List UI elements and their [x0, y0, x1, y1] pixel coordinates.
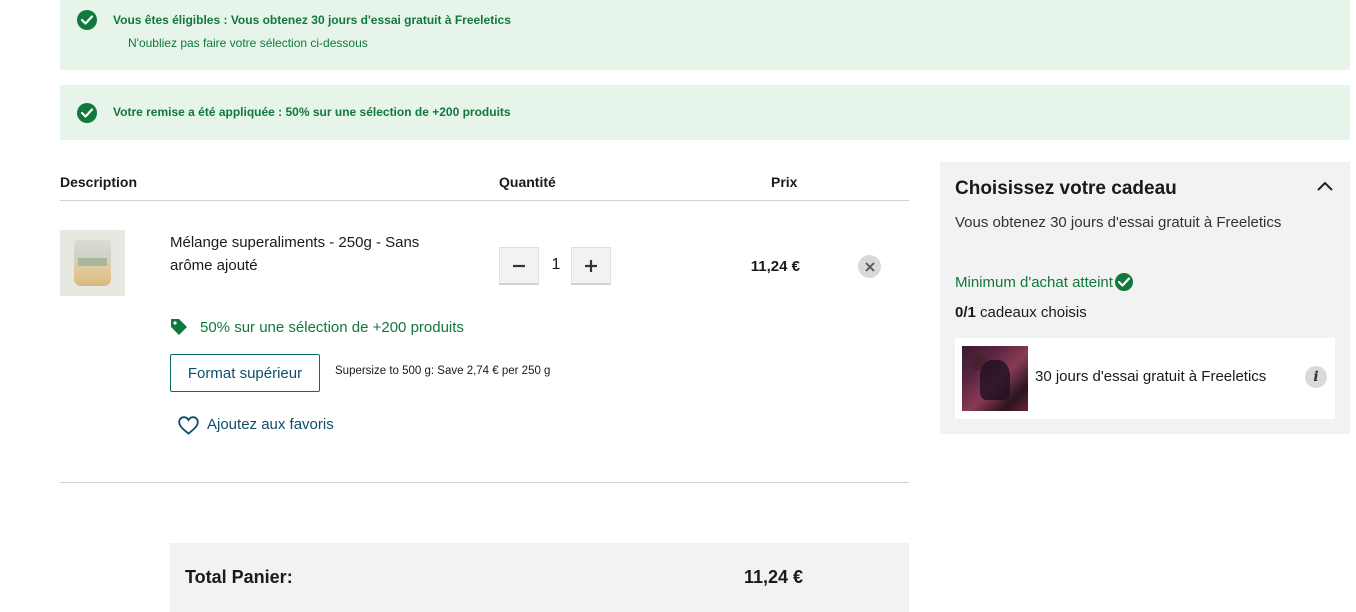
upgrade-note: Supersize to 500 g: Save 2,74 € per 250 …: [335, 365, 551, 377]
minimum-reached: Minimum d'achat atteint: [955, 273, 1133, 291]
heart-icon[interactable]: [178, 416, 199, 435]
gift-count-value: 0/1: [955, 304, 976, 321]
total-label: Total Panier:: [185, 567, 293, 587]
tag-icon: [171, 319, 187, 335]
add-to-favorites-link[interactable]: Ajoutez aux favoris: [207, 416, 334, 433]
decrease-quantity-button[interactable]: [499, 247, 539, 285]
eligibility-title: Vous êtes éligibles : Vous obtenez 30 jo…: [113, 13, 511, 27]
gift-image: [962, 346, 1028, 411]
minus-icon: [513, 264, 525, 267]
info-icon[interactable]: i: [1305, 366, 1327, 388]
close-icon: [864, 261, 875, 272]
cart-total: Total Panier: 11,24 €: [170, 543, 909, 612]
gift-panel-subtitle: Vous obtenez 30 jours d'essai gratuit à …: [955, 214, 1282, 231]
remove-item-button[interactable]: [858, 255, 881, 278]
gift-option-label: 30 jours d'essai gratuit à Freeletics: [1035, 368, 1267, 385]
increase-quantity-button[interactable]: [571, 247, 611, 285]
gift-panel-title: Choisissez votre cadeau: [955, 178, 1177, 199]
item-price: 11,24 €: [750, 258, 800, 275]
check-circle-icon: [77, 103, 97, 123]
gift-panel: Choisissez votre cadeau Vous obtenez 30 …: [940, 162, 1350, 434]
product-name[interactable]: Mélange superaliments - 250g - Sans arôm…: [170, 231, 460, 277]
check-circle-icon: [1114, 273, 1133, 291]
gift-count: 0/1 cadeaux choisis: [955, 304, 1087, 321]
chevron-up-icon[interactable]: [1316, 180, 1334, 192]
plus-icon: [585, 259, 597, 272]
header-quantity: Quantité: [499, 174, 556, 190]
divider: [60, 200, 909, 201]
eligibility-banner: Vous êtes éligibles : Vous obtenez 30 jo…: [60, 0, 1350, 70]
gift-count-label: cadeaux choisis: [975, 304, 1087, 321]
quantity-value[interactable]: 1: [546, 256, 566, 274]
header-price: Prix: [771, 174, 798, 190]
product-image[interactable]: [60, 230, 125, 296]
eligibility-subtitle: N'oubliez pas faire votre sélection ci-d…: [128, 36, 368, 50]
total-value: 11,24 €: [743, 567, 803, 587]
check-circle-icon: [77, 10, 97, 30]
header-description: Description: [60, 174, 138, 190]
discount-title: Votre remise a été appliquée : 50% sur u…: [113, 105, 511, 119]
upgrade-size-button[interactable]: Format supérieur: [170, 354, 320, 392]
minimum-reached-label: Minimum d'achat atteint: [955, 273, 1113, 291]
promo-text: 50% sur une sélection de +200 produits: [200, 319, 464, 336]
gift-option[interactable]: 30 jours d'essai gratuit à Freeletics i: [955, 338, 1335, 419]
discount-banner: Votre remise a été appliquée : 50% sur u…: [60, 85, 1350, 140]
divider: [60, 482, 909, 483]
